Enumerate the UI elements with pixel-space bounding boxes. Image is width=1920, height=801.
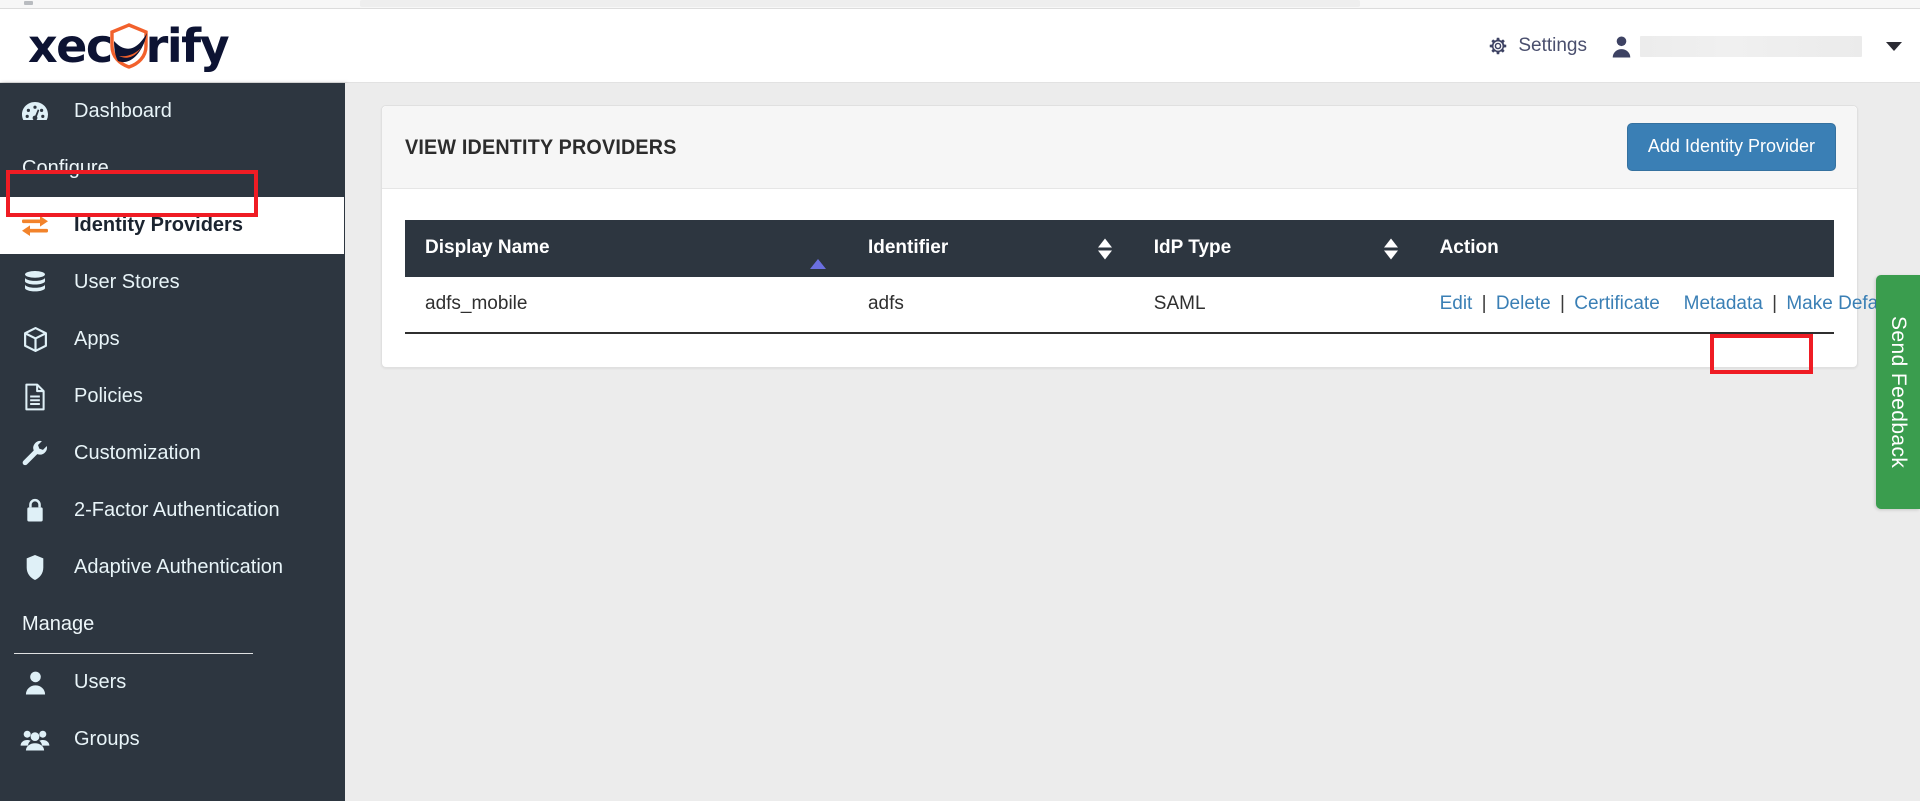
action-separator: | bbox=[1560, 293, 1565, 314]
send-feedback-label: Send Feedback bbox=[1887, 315, 1910, 469]
sidebar-item-label: Adaptive Authentication bbox=[74, 556, 284, 578]
user-icon bbox=[18, 668, 52, 698]
group-icon bbox=[18, 725, 52, 755]
sidebar-item-label: 2-Factor Authentication bbox=[74, 499, 280, 521]
cell-actions: Edit | Delete | Certificate Metadata | M… bbox=[1419, 277, 1898, 334]
main-content: VIEW IDENTITY PROVIDERS Add Identity Pro… bbox=[345, 83, 1920, 801]
page-title: VIEW IDENTITY PROVIDERS bbox=[405, 136, 677, 159]
document-icon bbox=[18, 382, 52, 412]
sort-indicator-display-name[interactable] bbox=[809, 237, 826, 269]
sidebar-section-label: Configure bbox=[22, 157, 109, 179]
sidebar-item-label: User Stores bbox=[74, 271, 180, 293]
sidebar-item-label: Customization bbox=[74, 442, 201, 464]
column-label: IdP Type bbox=[1153, 237, 1232, 258]
logo-text-second: rify bbox=[145, 19, 230, 73]
logo-text-first: xec bbox=[28, 19, 113, 73]
sidebar-item-label: Groups bbox=[74, 728, 140, 750]
brand-logo[interactable]: xec rify bbox=[28, 19, 230, 73]
table-header-row: Display Name Identifier IdP Type Action bbox=[405, 220, 1834, 277]
column-label: Identifier bbox=[867, 237, 949, 258]
sidebar-item-groups[interactable]: Groups bbox=[0, 711, 345, 768]
sidebar-item-apps[interactable]: Apps bbox=[0, 311, 345, 368]
browser-chrome-strip bbox=[0, 0, 1920, 9]
card-body: Display Name Identifier IdP Type Action … bbox=[382, 189, 1898, 367]
sidebar-item-2-factor-authentication[interactable]: 2-Factor Authentication bbox=[0, 482, 345, 539]
send-feedback-tab[interactable]: Send Feedback bbox=[1876, 275, 1920, 509]
sort-ascending-icon bbox=[809, 237, 826, 269]
chevron-down-icon[interactable] bbox=[1886, 41, 1902, 51]
user-name-field bbox=[1640, 35, 1862, 57]
sidebar-item-label: Policies bbox=[74, 385, 143, 407]
exchange-arrows-icon bbox=[18, 211, 52, 241]
cell-display-name: adfs_mobile bbox=[405, 277, 848, 334]
sidebar-section-label: Manage bbox=[22, 613, 95, 635]
table-head: Display Name Identifier IdP Type Action bbox=[405, 220, 1834, 277]
column-header-identifier[interactable]: Identifier bbox=[848, 220, 1134, 277]
identity-providers-card: VIEW IDENTITY PROVIDERS Add Identity Pro… bbox=[381, 105, 1898, 374]
sidebar-section-configure: Configure bbox=[0, 140, 345, 197]
sort-indicator-identifier[interactable] bbox=[1097, 238, 1112, 259]
gauge-icon bbox=[18, 97, 52, 127]
settings-button[interactable]: Settings bbox=[1487, 35, 1587, 57]
sidebar-divider bbox=[14, 653, 253, 654]
person-icon bbox=[1611, 35, 1632, 58]
sidebar-nav: Dashboard Configure Identity Providers U… bbox=[0, 83, 345, 801]
top-header-bar: xec rify Settings bbox=[0, 9, 1920, 83]
sidebar-section-manage: Manage bbox=[0, 596, 345, 653]
user-menu[interactable] bbox=[1611, 35, 1902, 58]
action-link-edit[interactable]: Edit bbox=[1440, 293, 1473, 314]
table-row: adfs_mobile adfs SAML Edit | Delete | Ce… bbox=[405, 277, 1898, 334]
sort-both-icon bbox=[1097, 238, 1112, 259]
column-header-idp-type[interactable]: IdP Type bbox=[1134, 220, 1420, 277]
sidebar-item-customization[interactable]: Customization bbox=[0, 425, 345, 482]
database-icon bbox=[18, 268, 52, 298]
identity-providers-table: Display Name Identifier IdP Type Action … bbox=[405, 220, 1898, 334]
column-label: Action bbox=[1439, 237, 1499, 258]
column-label: Display Name bbox=[425, 237, 550, 258]
sort-indicator-idp-type[interactable] bbox=[1383, 238, 1398, 259]
sidebar-item-policies[interactable]: Policies bbox=[0, 368, 345, 425]
card-header: VIEW IDENTITY PROVIDERS Add Identity Pro… bbox=[382, 106, 1857, 189]
action-link-metadata[interactable]: Metadata bbox=[1684, 293, 1763, 314]
sidebar-item-label: Dashboard bbox=[74, 100, 172, 122]
lock-icon bbox=[18, 496, 52, 526]
sidebar-item-label: Apps bbox=[74, 328, 120, 350]
shield-icon bbox=[109, 23, 149, 69]
settings-label: Settings bbox=[1518, 35, 1587, 56]
address-bar-sliver[interactable] bbox=[360, 0, 1360, 7]
sidebar-item-label: Users bbox=[74, 671, 127, 693]
sidebar-item-users[interactable]: Users bbox=[0, 654, 345, 711]
column-header-action: Action bbox=[1420, 220, 1834, 277]
gear-icon bbox=[1487, 35, 1509, 57]
header-actions: Settings bbox=[1487, 9, 1902, 83]
sort-both-icon bbox=[1383, 238, 1398, 259]
action-separator: | bbox=[1772, 293, 1778, 314]
wrench-icon bbox=[18, 439, 52, 469]
cell-identifier: adfs bbox=[847, 277, 1134, 334]
browser-tab-sliver bbox=[24, 1, 33, 5]
table-body: adfs_mobile adfs SAML Edit | Delete | Ce… bbox=[405, 277, 1898, 334]
action-link-certificate[interactable]: Certificate bbox=[1574, 293, 1660, 314]
sidebar-item-dashboard[interactable]: Dashboard bbox=[0, 83, 345, 140]
add-identity-provider-button[interactable]: Add Identity Provider bbox=[1626, 123, 1836, 171]
sidebar-item-adaptive-authentication[interactable]: Adaptive Authentication bbox=[0, 539, 345, 596]
action-separator bbox=[1665, 293, 1678, 314]
cube-icon bbox=[18, 325, 52, 355]
sidebar-item-label: Identity Providers bbox=[74, 214, 243, 236]
sidebar-item-user-stores[interactable]: User Stores bbox=[0, 254, 345, 311]
sidebar-item-identity-providers[interactable]: Identity Providers bbox=[0, 197, 344, 254]
cell-idp-type: SAML bbox=[1133, 277, 1420, 334]
app-root: xec rify Settings Dashboard Configure Id… bbox=[0, 0, 1920, 801]
action-link-delete[interactable]: Delete bbox=[1496, 293, 1551, 314]
column-header-display-name[interactable]: Display Name bbox=[405, 220, 848, 277]
shield-icon bbox=[18, 553, 52, 583]
action-separator: | bbox=[1481, 293, 1487, 314]
